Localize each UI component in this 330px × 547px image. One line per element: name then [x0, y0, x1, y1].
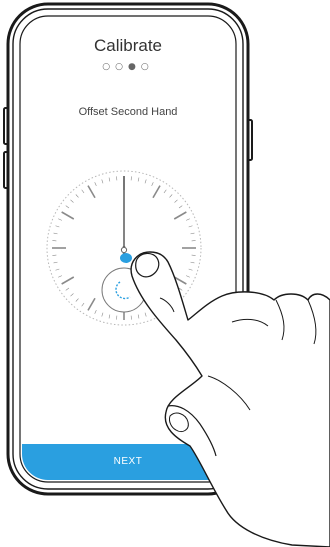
step-instruction: Offset Second Hand: [78, 106, 178, 118]
next-button[interactable]: NEXT: [22, 444, 234, 480]
tutorial-scene: Calibrate ○○●○ Offset Second Hand NEXT: [0, 0, 330, 547]
phone-screen: [19, 15, 237, 483]
page-title: Calibrate: [93, 36, 163, 55]
next-button-label: NEXT: [113, 456, 143, 467]
step-indicator: ○○●○: [102, 62, 154, 72]
